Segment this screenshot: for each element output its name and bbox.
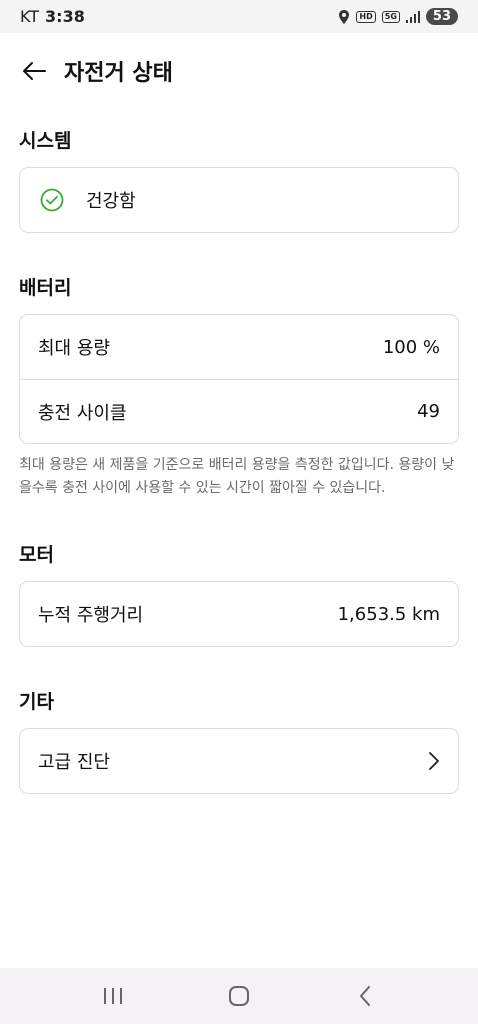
check-circle-icon [40, 188, 64, 212]
row-label: 충전 사이클 [38, 402, 127, 424]
motor-card: 누적 주행거리 1,653.5 km [19, 581, 459, 647]
nav-back-button[interactable] [345, 976, 385, 1016]
row-value: 1,653.5 km [337, 603, 440, 625]
system-status-row: 건강함 [20, 168, 458, 232]
section-title-other: 기타 [19, 691, 54, 713]
carrier-label: KT [20, 7, 40, 26]
hd-voice-icon: HD [356, 10, 376, 23]
row-label: 고급 진단 [38, 752, 110, 773]
header: 자전거 상태 [0, 33, 478, 108]
row-label: 누적 주행거리 [38, 605, 144, 626]
system-nav-bar [0, 968, 478, 1024]
battery-card: 최대 용량 100 % 충전 사이클 49 [19, 314, 459, 444]
home-icon [229, 986, 249, 1006]
home-button[interactable] [219, 976, 259, 1016]
section-title-motor: 모터 [19, 544, 54, 566]
chevron-right-icon [428, 751, 440, 771]
battery-note: 최대 용량은 새 제품을 기준으로 배터리 용량을 측정한 값입니다. 용량이 … [19, 457, 455, 496]
battery-charge-cycles-row: 충전 사이클 49 [20, 379, 458, 443]
row-value: 100 % [382, 336, 440, 358]
section-title-battery: 배터리 [19, 277, 72, 299]
system-card: 건강함 [19, 167, 459, 233]
recents-button[interactable] [93, 976, 133, 1016]
status-bar: KT 3:38 HD 5G 53 [0, 0, 478, 33]
recents-icon [104, 988, 122, 1004]
location-icon [338, 9, 350, 24]
back-arrow-icon [23, 61, 46, 80]
page-title: 자전거 상태 [64, 60, 173, 86]
row-value: 49 [417, 401, 440, 422]
battery-indicator: 53 [425, 8, 458, 25]
back-button[interactable] [18, 55, 50, 87]
motor-odometer-row: 누적 주행거리 1,653.5 km [20, 582, 458, 646]
signal-icon [405, 10, 420, 23]
clock: 3:38 [45, 7, 85, 26]
network-5g-icon: 5G [381, 10, 400, 23]
other-card: 고급 진단 [19, 728, 459, 794]
system-status-label: 건강함 [86, 191, 136, 212]
row-label: 최대 용량 [38, 338, 110, 359]
advanced-diagnostics-row[interactable]: 고급 진단 [20, 729, 458, 793]
section-title-system: 시스템 [19, 130, 72, 152]
nav-back-icon [360, 986, 370, 1006]
battery-max-capacity-row: 최대 용량 100 % [20, 315, 458, 379]
